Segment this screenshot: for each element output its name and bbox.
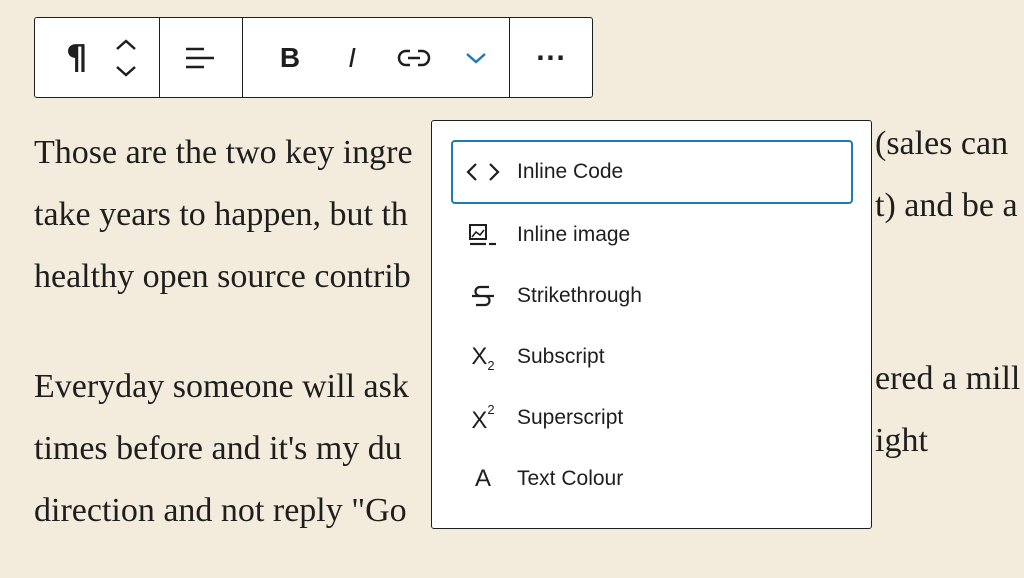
strikethrough-icon <box>451 276 515 316</box>
menu-item-label: Inline image <box>517 223 631 246</box>
superscript-2-glyph: 2 <box>487 401 495 417</box>
menu-item-label: Text Colour <box>517 467 624 490</box>
align-button[interactable] <box>160 18 242 97</box>
menu-item-label: Superscript <box>517 406 624 429</box>
menu-item-text-colour[interactable]: A Text Colour <box>451 447 853 511</box>
code-icon <box>451 152 515 192</box>
menu-item-label: Strikethrough <box>517 284 642 307</box>
rich-text-dropdown-menu: Inline Code Inline image Strikethrough X… <box>431 120 872 529</box>
subscript-x-glyph: X <box>471 343 488 370</box>
text-fragment: (sales can <box>875 125 1009 162</box>
options-group: ··· <box>510 18 592 97</box>
menu-item-subscript[interactable]: X2 Subscript <box>451 325 853 389</box>
text-line: Those are the two key ingre <box>34 134 413 171</box>
link-button[interactable] <box>383 18 445 97</box>
formatting-group: B I <box>243 18 510 97</box>
menu-item-label: Inline Code <box>517 160 624 183</box>
subscript-icon: X2 <box>451 337 515 377</box>
menu-item-label: Subscript <box>517 345 605 368</box>
block-toolbar: ¶ B I ··· <box>34 17 593 98</box>
text-line: direction and not reply "Go <box>34 492 407 529</box>
options-button[interactable]: ··· <box>510 18 592 97</box>
menu-item-inline-code[interactable]: Inline Code <box>451 140 853 204</box>
italic-button[interactable]: I <box>321 18 383 97</box>
menu-item-strikethrough[interactable]: Strikethrough <box>451 264 853 328</box>
move-block-control[interactable] <box>114 18 159 97</box>
more-rich-text-controls-button[interactable] <box>445 18 507 97</box>
bold-button[interactable]: B <box>243 18 321 97</box>
block-type-group: ¶ <box>35 18 160 97</box>
subscript-2-glyph: 2 <box>487 357 495 373</box>
text-colour-a-glyph: A <box>474 465 491 492</box>
link-icon <box>397 49 431 66</box>
text-line: healthy open source contrib <box>34 258 411 295</box>
menu-item-superscript[interactable]: X2 Superscript <box>451 386 853 450</box>
text-fragment: ight <box>875 422 928 459</box>
paragraph-block-button[interactable]: ¶ <box>35 18 114 97</box>
superscript-x-glyph: X <box>471 407 488 434</box>
text-line: Everyday someone will ask <box>34 368 409 405</box>
alignment-group <box>160 18 243 97</box>
bold-icon: B <box>279 41 301 73</box>
text-line: times before and it's my du <box>34 430 402 467</box>
superscript-icon: X2 <box>451 398 515 438</box>
menu-item-inline-image[interactable]: Inline image <box>451 203 853 267</box>
align-left-icon <box>186 47 214 68</box>
chevron-down-icon <box>466 52 486 64</box>
text-fragment: ered a mill <box>875 360 1021 397</box>
inline-image-icon <box>451 215 515 255</box>
paragraph-icon: ¶ <box>65 37 88 78</box>
text-fragment: t) and be a <box>875 187 1018 224</box>
more-horizontal-icon: ··· <box>535 43 567 72</box>
move-up-down-icon <box>116 38 137 77</box>
text-line: take years to happen, but th <box>34 196 408 233</box>
text-colour-icon: A <box>451 459 515 499</box>
italic-icon: I <box>348 41 356 73</box>
